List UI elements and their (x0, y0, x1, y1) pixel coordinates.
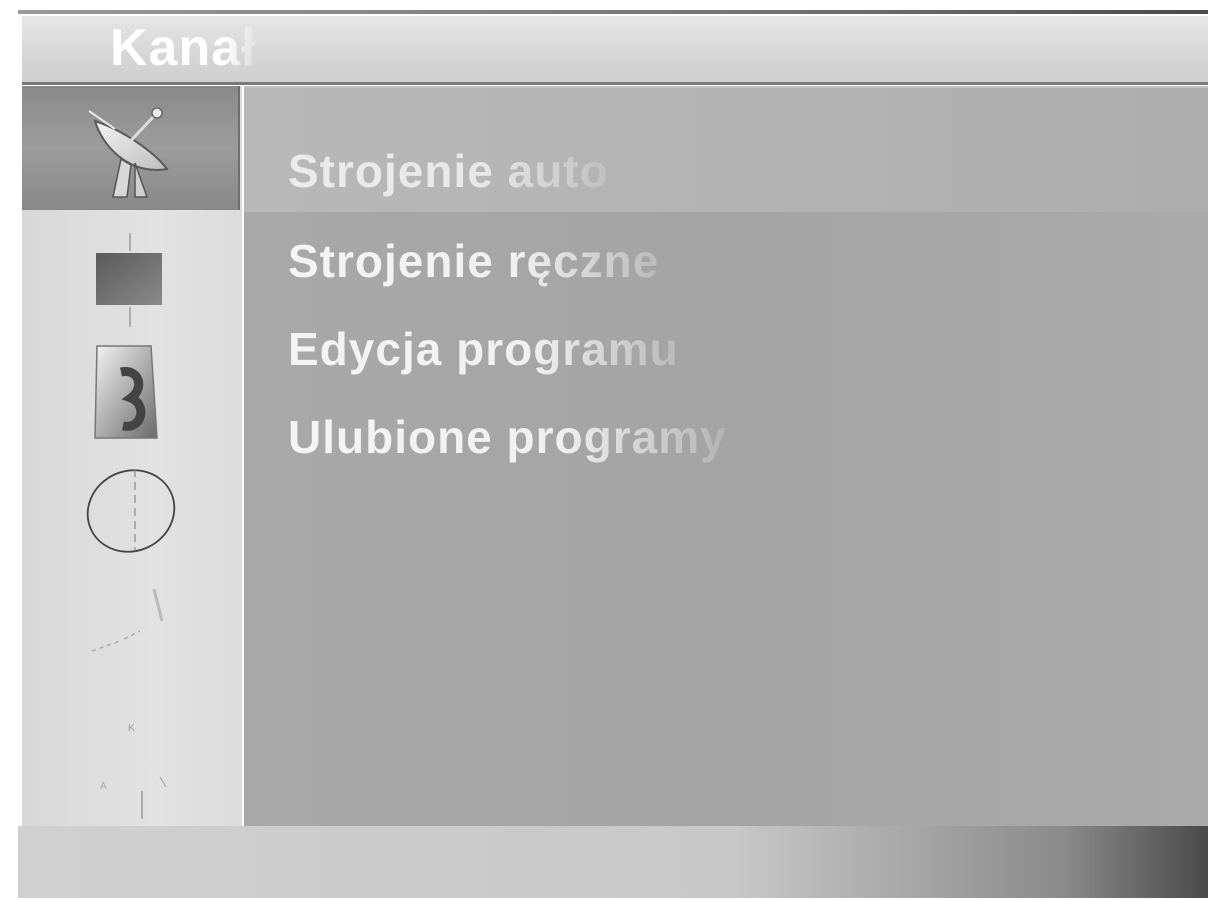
sidebar-item-special[interactable] (22, 566, 238, 676)
sidebar-menu: K A (22, 86, 242, 826)
bottom-bar (18, 826, 1208, 898)
sidebar-item-picture[interactable] (22, 226, 238, 336)
audio-icon (87, 338, 173, 444)
top-divider (18, 10, 1208, 14)
menu-item-manual-tuning[interactable]: Strojenie ręczne (288, 234, 659, 288)
title-bar: Kanał (22, 16, 1208, 85)
menu-item-favorite-programs[interactable]: Ulubione programy (288, 410, 727, 464)
menu-item-auto-tuning[interactable]: Strojenie auto (288, 144, 609, 198)
satellite-dish-icon (75, 93, 185, 203)
menu-panel: Strojenie auto Strojenie ręczne Edycja p… (244, 86, 1208, 828)
clock-icon (75, 461, 185, 561)
menu-item-program-edit[interactable]: Edycja programu (288, 322, 679, 376)
sidebar-item-audio[interactable] (22, 336, 238, 446)
osd-screen: Kanał K A Strojenie auto Strojenie ręczn… (0, 0, 1208, 900)
sidebar-item-channel[interactable] (22, 86, 240, 210)
svg-text:K: K (128, 723, 135, 734)
screen-icon: K A (80, 681, 180, 821)
sidebar-item-time[interactable] (22, 456, 238, 566)
page-title: Kanał (110, 19, 257, 77)
sidebar-item-screen[interactable]: K A (22, 676, 238, 826)
picture-icon (90, 231, 170, 331)
svg-text:A: A (100, 781, 107, 792)
special-icon (80, 581, 180, 661)
